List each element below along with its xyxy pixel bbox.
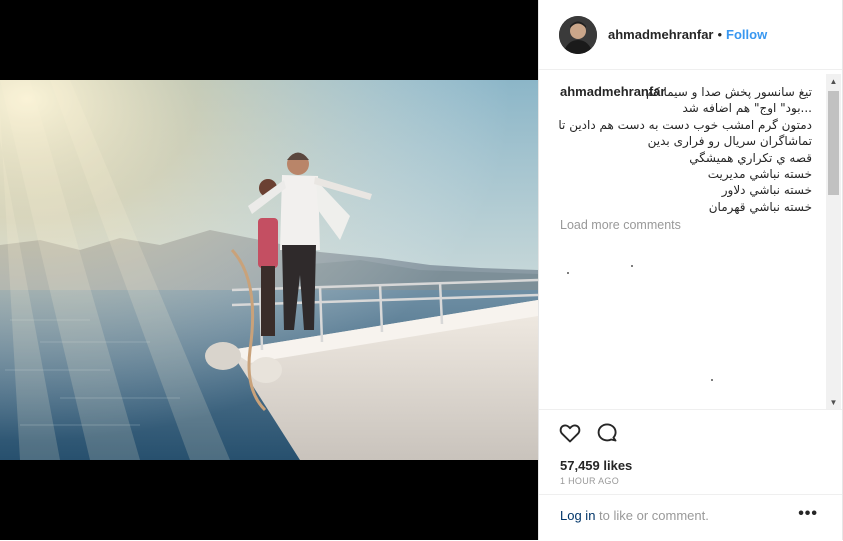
caption-line: خسته نباشي دلاور bbox=[721, 183, 812, 198]
caption-line: خسته نباشي قهرمان bbox=[708, 199, 812, 214]
loading-speck bbox=[567, 272, 569, 274]
follow-button[interactable]: Follow bbox=[726, 27, 767, 42]
arrow-up-icon[interactable]: ▲ bbox=[826, 74, 841, 89]
loading-speck bbox=[711, 379, 713, 381]
load-more-comments-button[interactable]: Load more comments bbox=[560, 218, 681, 232]
heart-icon[interactable] bbox=[558, 421, 582, 445]
comment-icon[interactable] bbox=[595, 421, 619, 445]
post-photo[interactable] bbox=[0, 80, 538, 460]
caption-line: تیغ سانسور پخش صدا و سیما کم bbox=[646, 85, 812, 99]
caption-line: قصه ي تکراري هميشگي bbox=[689, 150, 812, 165]
post-actions: 57,459 likes 1 HOUR AGO bbox=[539, 409, 842, 486]
avatar[interactable] bbox=[559, 16, 597, 54]
separator-dot: • bbox=[717, 27, 723, 42]
likes-count[interactable]: 57,459 likes bbox=[560, 458, 632, 473]
user-line: ahmadmehranfar • Follow bbox=[608, 27, 767, 42]
login-link[interactable]: Log in bbox=[560, 508, 595, 523]
post-header: ahmadmehranfar • Follow bbox=[539, 0, 842, 70]
login-suffix: to like or comment. bbox=[595, 508, 709, 523]
caption-line: تماشاگران سریال رو فراری بدین bbox=[647, 134, 812, 149]
caption-line: ...بود" اوج" هم اضافه شد bbox=[682, 101, 812, 116]
scrollbar-thumb[interactable] bbox=[828, 91, 839, 195]
arrow-down-icon[interactable]: ▼ bbox=[826, 395, 841, 410]
caption-text: تیغ سانسور پخش صدا و سیما کم ...بود" اوج… bbox=[552, 84, 812, 215]
comments-scrollbar[interactable]: ▲ ▼ bbox=[826, 74, 841, 410]
caption-line: دمتون گرم امشب خوب دست به دست هم دادین ت… bbox=[558, 117, 812, 132]
loading-speck bbox=[631, 265, 633, 267]
caption-line: خسته نباشي مديريت bbox=[707, 167, 812, 182]
post-timestamp[interactable]: 1 HOUR AGO bbox=[560, 476, 619, 486]
comments-area: ahmadmehranfar تیغ سانسور پخش صدا و سیما… bbox=[539, 71, 826, 409]
username-link[interactable]: ahmadmehranfar bbox=[608, 27, 713, 42]
post-media bbox=[0, 0, 538, 540]
more-options-icon[interactable]: ••• bbox=[798, 505, 818, 523]
login-prompt: Log in to like or comment. bbox=[560, 508, 709, 523]
login-bar: Log in to like or comment. ••• bbox=[539, 494, 842, 541]
post-panel: ahmadmehranfar • Follow ahmadmehranfar تیغ… bbox=[538, 0, 843, 540]
